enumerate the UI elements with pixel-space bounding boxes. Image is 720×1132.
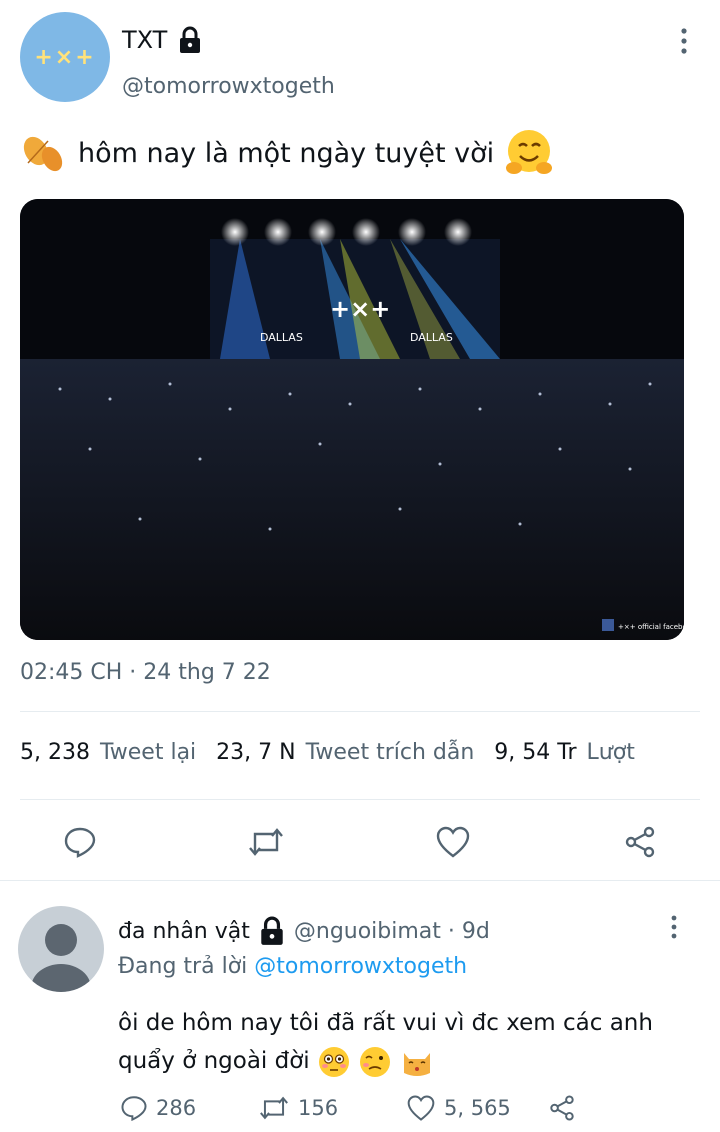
retweet-icon — [249, 828, 283, 856]
tweet-timestamp[interactable]: 02:45 CH · 24 thg 7 22 — [20, 660, 271, 685]
quotes-label[interactable]: Tweet trích dẫn — [306, 740, 475, 765]
tweet-stats: 5, 238 Tweet lại 23, 7 N Tweet trích dẫn… — [20, 740, 655, 765]
concert-photo: +×+ DALLAS DALLAS +×+ official facebook — [20, 199, 684, 640]
lock-icon — [261, 916, 283, 945]
share-icon — [550, 1095, 574, 1121]
reply-avatar[interactable] — [18, 906, 104, 992]
stage-screen-right: DALLAS — [410, 331, 453, 344]
reply-like-count: 5, 565 — [444, 1096, 511, 1120]
divider — [20, 711, 700, 712]
thread-divider — [0, 880, 720, 881]
stage-screen-left: DALLAS — [260, 331, 303, 344]
like-icon — [436, 826, 470, 858]
handle[interactable]: @tomorrowxtogeth — [122, 74, 335, 99]
default-avatar-icon — [31, 924, 91, 992]
tweet-media-photo[interactable]: +×+ DALLAS DALLAS +×+ official facebook — [20, 199, 684, 640]
flushed-emoji-icon — [319, 1046, 349, 1077]
like-button[interactable] — [433, 822, 473, 862]
reply-retweet-count: 156 — [298, 1096, 339, 1120]
reply-reply-button[interactable]: 286 — [120, 1094, 196, 1122]
display-name: TXT — [122, 26, 168, 54]
photo-watermark: +×+ official facebook — [618, 623, 684, 631]
hug-emoji-icon — [506, 130, 553, 174]
replying-to: Đang trả lời @tomorrowxtogeth — [118, 954, 467, 979]
reply-reply-count: 286 — [156, 1096, 197, 1120]
reply-share-button[interactable] — [548, 1094, 576, 1122]
avatar-logo-text: +×+ — [34, 44, 96, 70]
likes-count[interactable]: 9, 54 Tr — [494, 740, 576, 765]
reply-author-row[interactable]: đa nhân vật @nguoibimat · 9d — [118, 916, 490, 946]
tweet-text-row: hôm nay là một ngày tuyệt vời — [20, 128, 554, 178]
reply-icon — [64, 827, 96, 858]
share-button[interactable] — [620, 822, 660, 862]
kissing-cat-emoji-icon — [403, 1052, 430, 1076]
replying-prefix: Đang trả lời — [118, 954, 248, 979]
author-name-row[interactable]: TXT — [122, 26, 203, 54]
replying-to-link[interactable]: @tomorrowxtogeth — [254, 954, 467, 979]
reply-retweet-button[interactable]: 156 — [258, 1094, 338, 1122]
lock-icon — [180, 26, 201, 53]
leaf-icon — [23, 136, 63, 172]
tweet-text: hôm nay là một ngày tuyệt vời — [78, 137, 495, 169]
share-icon — [625, 826, 655, 858]
more-icon[interactable] — [664, 914, 684, 940]
avatar[interactable]: +×+ — [20, 12, 110, 102]
retweet-icon — [260, 1096, 288, 1120]
reply-display-name: đa nhân vật — [118, 918, 250, 944]
reply-handle-time: @nguoibimat · 9d — [293, 918, 490, 944]
woozy-emoji-icon — [360, 1046, 391, 1077]
like-icon — [407, 1095, 435, 1121]
stage-logo: +×+ — [330, 295, 390, 323]
reply-button[interactable] — [60, 822, 100, 862]
reply-text-block: ôi de hôm nay tôi đã rất vui vì đc xem c… — [118, 1004, 698, 1080]
retweets-count[interactable]: 5, 238 — [20, 740, 90, 765]
retweet-button[interactable] — [246, 822, 286, 862]
reply-icon — [121, 1096, 147, 1122]
quotes-count[interactable]: 23, 7 N — [216, 740, 295, 765]
divider — [20, 799, 700, 800]
reply-like-button[interactable]: 5, 565 — [406, 1094, 511, 1122]
more-icon[interactable] — [672, 26, 696, 56]
retweets-label[interactable]: Tweet lại — [100, 740, 196, 765]
likes-label[interactable]: Lượt — [587, 740, 635, 765]
